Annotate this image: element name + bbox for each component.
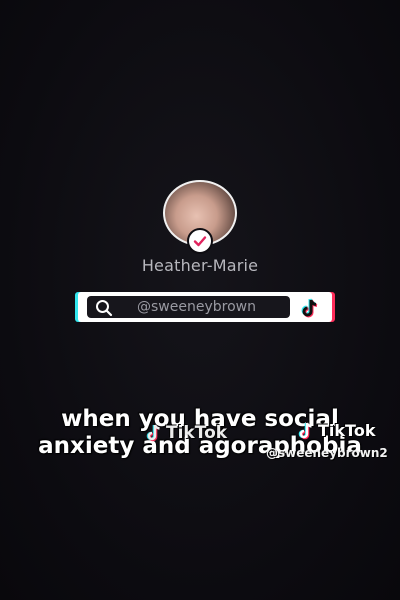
tiktok-logo-icon bbox=[146, 424, 160, 442]
search-icon bbox=[95, 299, 113, 317]
search-handle: @sweeneybrown bbox=[137, 299, 256, 315]
watermark-handle: @sweeneybrown2 bbox=[266, 446, 388, 460]
search-field[interactable]: @sweeneybrown bbox=[87, 296, 290, 318]
verified-check-icon bbox=[187, 228, 213, 254]
tiktok-logo-icon bbox=[298, 422, 312, 439]
video-frame: Heather-Marie @sweeneybrown when you hav… bbox=[0, 0, 400, 600]
profile-name: Heather-Marie bbox=[141, 256, 259, 275]
search-bar[interactable]: @sweeneybrown bbox=[78, 292, 332, 322]
tiktok-logo-icon bbox=[299, 297, 321, 319]
watermark-brand: TikTok bbox=[166, 423, 228, 443]
tiktok-watermark-right: TikTok bbox=[298, 421, 375, 440]
tiktok-watermark-center: TikTok bbox=[146, 423, 227, 443]
watermark-brand: TikTok bbox=[318, 421, 376, 440]
profile-avatar-group[interactable] bbox=[163, 180, 237, 254]
